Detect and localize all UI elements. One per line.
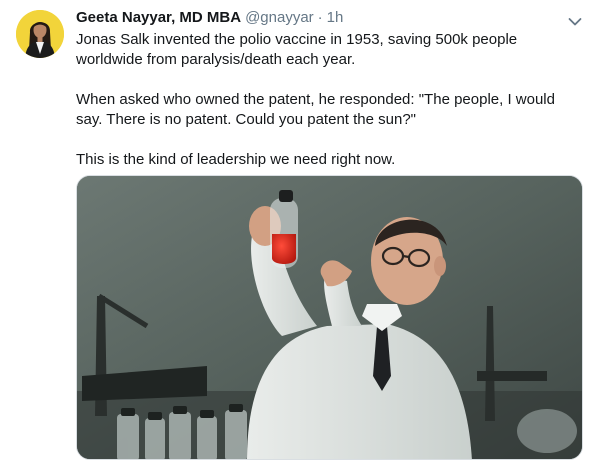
photo-illustration [77, 176, 582, 459]
tweet-paragraph: When asked who owned the patent, he resp… [76, 91, 555, 128]
chevron-down-icon[interactable] [568, 14, 582, 26]
tweet[interactable]: Geeta Nayyar, MD MBA @gnayyar · 1h Jonas… [0, 0, 597, 469]
tweet-timestamp[interactable]: 1h [327, 8, 344, 28]
tweet-text: Jonas Salk invented the polio vaccine in… [76, 30, 581, 170]
tweet-photo[interactable] [76, 175, 583, 460]
tweet-header: Geeta Nayyar, MD MBA @gnayyar · 1h [76, 8, 581, 30]
tweet-content: Geeta Nayyar, MD MBA @gnayyar · 1h Jonas… [76, 8, 581, 170]
author-name[interactable]: Geeta Nayyar, MD MBA [76, 8, 241, 28]
separator-dot: · [317, 9, 323, 26]
author-handle[interactable]: @gnayyar [245, 8, 314, 28]
avatar[interactable] [16, 10, 64, 58]
tweet-paragraph: This is the kind of leadership we need r… [76, 151, 396, 168]
tweet-paragraph: Jonas Salk invented the polio vaccine in… [76, 31, 518, 68]
